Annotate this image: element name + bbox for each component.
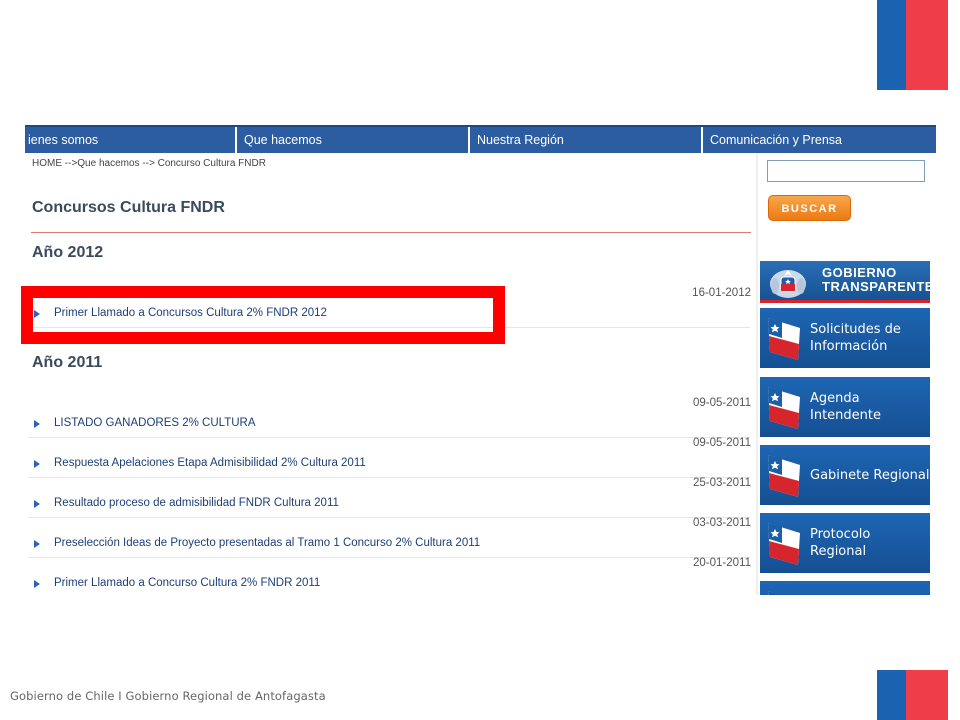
chile-flag-icon (768, 455, 800, 497)
title-divider (31, 232, 751, 233)
page-title: Concursos Cultura FNDR (32, 199, 225, 216)
item-date: 09-05-2011 (693, 437, 751, 449)
banner-label: Protocolo Regional (810, 527, 871, 559)
nav-comunicacion-prensa[interactable]: Comunicación y Prensa (703, 127, 936, 153)
main-content: HOME -->Que hacemos --> Concurso Cultura… (25, 153, 755, 595)
agenda-intendente-banner[interactable]: Agenda Intendente (760, 377, 930, 437)
sidebar: BUSCAR GOBIERNO TRANSPARENTE Solicitudes… (760, 153, 936, 595)
item-link[interactable]: Preselección Ideas de Proyecto presentad… (54, 537, 480, 549)
list-item[interactable]: 09-05-2011 LISTADO GANADORES 2% CULTURA (25, 397, 755, 438)
nav-nuestra-region[interactable]: Nuestra Región (470, 127, 703, 153)
gabinete-regional-banner[interactable]: Gabinete Regional (760, 445, 930, 505)
gobierno-transparente-banner[interactable]: GOBIERNO TRANSPARENTE (760, 261, 933, 303)
website-screenshot: ienes somos Que hacemos Nuestra Región C… (25, 125, 936, 595)
coat-of-arms-icon (770, 270, 806, 298)
item-link[interactable]: Resultado proceso de admisibilidad FNDR … (54, 497, 339, 509)
banner-label: Información (810, 339, 888, 354)
item-date: 09-05-2011 (693, 397, 751, 409)
item-date: 20-01-2011 (693, 557, 751, 569)
sidebar-divider (756, 153, 758, 595)
chile-flag-icon (768, 387, 800, 429)
highlight-annotation-box (21, 286, 505, 344)
sidebar-banner-partial[interactable] (760, 581, 930, 595)
chile-flag-icon (768, 523, 800, 565)
banner-label: Gabinete Regional (810, 467, 930, 483)
year-heading-2011: Año 2011 (32, 354, 103, 371)
gobierno-transparente-text: GOBIERNO TRANSPARENTE (822, 265, 934, 294)
protocolo-regional-banner[interactable]: Protocolo Regional (760, 513, 930, 573)
chile-flag-icon (768, 591, 782, 595)
item-link[interactable]: LISTADO GANADORES 2% CULTURA (54, 417, 256, 429)
solicitudes-informacion-banner[interactable]: Solicitudes de Información (760, 308, 930, 368)
search-button[interactable]: BUSCAR (768, 195, 851, 221)
item-date: 25-03-2011 (693, 477, 751, 489)
slide-flag-bottom (877, 670, 948, 720)
main-nav: ienes somos Que hacemos Nuestra Región C… (25, 125, 936, 153)
year-heading-2012: Año 2012 (32, 244, 104, 261)
item-link[interactable]: Primer Llamado a Concurso Cultura 2% FND… (54, 577, 320, 589)
nav-que-hacemos[interactable]: Que hacemos (237, 127, 470, 153)
item-link[interactable]: Respuesta Apelaciones Etapa Admisibilida… (54, 457, 366, 469)
search-input[interactable] (767, 160, 925, 182)
item-date: 03-03-2011 (693, 517, 751, 529)
list-item[interactable]: 03-03-2011 Preselección Ideas de Proyect… (25, 517, 755, 558)
bullet-arrow-icon (34, 580, 40, 588)
banner-label: Agenda Intendente (810, 391, 881, 423)
slide-footer: Gobierno de Chile I Gobierno Regional de… (10, 689, 326, 703)
list-item[interactable]: 25-03-2011 Resultado proceso de admisibi… (25, 477, 755, 518)
slide-flag-top (877, 0, 948, 90)
list-item[interactable]: 20-01-2011 Primer Llamado a Concurso Cul… (25, 557, 755, 595)
list-item[interactable]: 09-05-2011 Respuesta Apelaciones Etapa A… (25, 437, 755, 478)
bullet-arrow-icon (34, 460, 40, 468)
nav-quienes-somos[interactable]: ienes somos (25, 127, 237, 153)
bullet-arrow-icon (34, 420, 40, 428)
item-date: 16-01-2012 (692, 287, 751, 299)
chile-flag-icon (768, 318, 800, 360)
banner-label: Solicitudes de (810, 322, 901, 337)
breadcrumb[interactable]: HOME -->Que hacemos --> Concurso Cultura… (32, 158, 266, 169)
bullet-arrow-icon (34, 540, 40, 548)
bullet-arrow-icon (34, 500, 40, 508)
